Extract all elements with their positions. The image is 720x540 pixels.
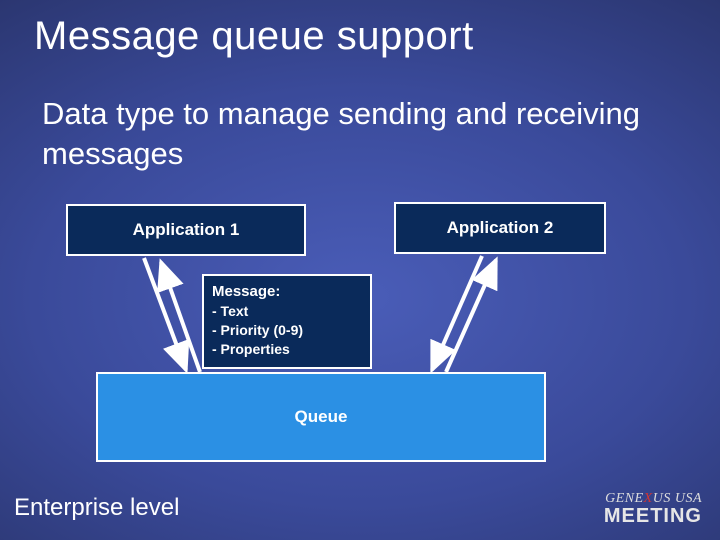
application-2-label: Application 2 (447, 218, 554, 238)
message-line-text: - Text (212, 302, 362, 321)
slide-title: Message queue support (34, 14, 474, 59)
message-line-properties: - Properties (212, 340, 362, 359)
queue-box: Queue (96, 372, 546, 462)
brand-top-pre: GENE (605, 491, 644, 506)
queue-label: Queue (295, 407, 348, 427)
application-2-box: Application 2 (394, 202, 606, 254)
brand-logo-top: GENEXUS USA (604, 492, 702, 506)
message-box: Message: - Text - Priority (0-9) - Prope… (202, 274, 372, 369)
application-1-box: Application 1 (66, 204, 306, 256)
slide: Message queue support Data type to manag… (0, 0, 720, 540)
application-1-label: Application 1 (133, 220, 240, 240)
message-line-priority: - Priority (0-9) (212, 321, 362, 340)
message-header: Message: (212, 282, 362, 302)
brand-logo-bottom: MEETING (604, 506, 702, 526)
brand-top-x: X (644, 491, 653, 506)
brand-top-post: US USA (653, 491, 702, 506)
slide-subtitle: Data type to manage sending and receivin… (42, 94, 680, 173)
footer-text: Enterprise level (14, 494, 179, 522)
brand-logo: GENEXUS USA MEETING (604, 492, 702, 526)
